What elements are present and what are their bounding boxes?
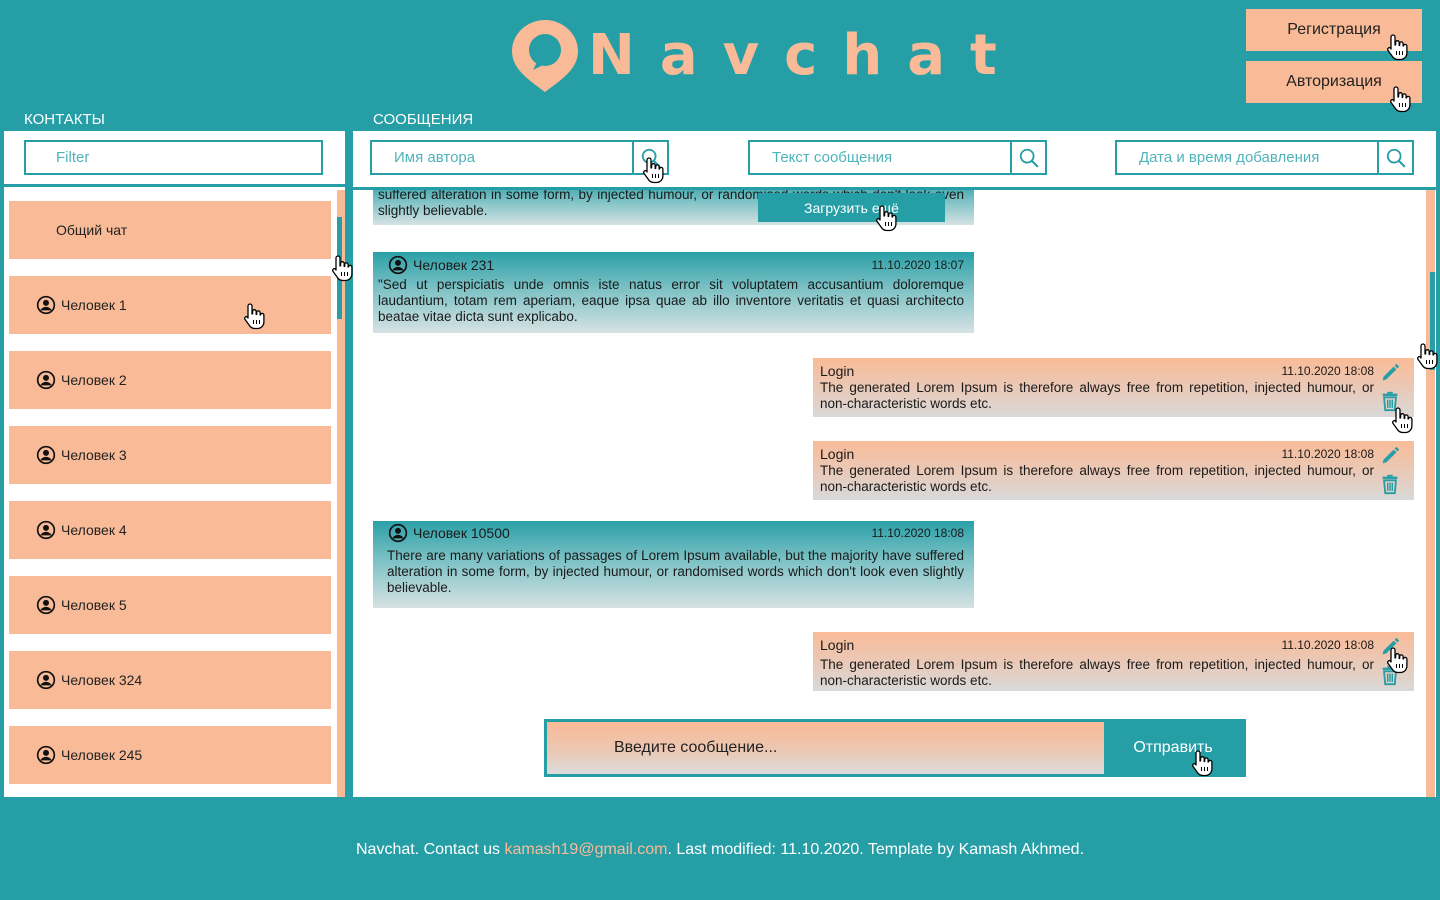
contact-label: Человек 3 (61, 447, 127, 463)
author-search (370, 140, 669, 175)
contact-item[interactable]: Человек 4 (9, 501, 331, 559)
contact-label: Человек 1 (61, 297, 127, 313)
contacts-list: Общий чат Человек 1 Человек 2 Человек 3 … (9, 201, 331, 801)
contact-label: Человек 4 (61, 522, 127, 538)
message-author-name: Login (820, 446, 855, 462)
search-icon (1018, 147, 1040, 169)
footer: Navchat. Contact us kamash19@gmail.com. … (0, 841, 1440, 859)
message-text: The generated Lorem Ipsum is therefore a… (820, 380, 1374, 411)
user-circle-icon (388, 523, 408, 543)
contact-label: Общий чат (56, 222, 128, 238)
message-author-name: Человек 231 (413, 257, 495, 273)
send-button[interactable]: Отправить (1104, 722, 1242, 774)
pencil-icon[interactable] (1379, 636, 1401, 658)
search-icon (640, 147, 662, 169)
user-circle-icon (36, 445, 56, 465)
date-search-input[interactable] (1115, 140, 1377, 175)
user-circle-icon (388, 255, 408, 275)
message-header: Человек 231 11.10.2020 18:07 (378, 256, 964, 274)
message-header: Login 11.10.2020 18:08 (820, 445, 1374, 463)
logo-text: Navchat (588, 23, 1022, 88)
footer-prefix: Navchat. Contact us (355, 841, 505, 858)
message-text: There are many variations of passages of… (387, 548, 964, 595)
message-time: 11.10.2020 18:07 (871, 258, 964, 272)
message-input[interactable] (547, 722, 1104, 774)
message-author-name: Login (820, 637, 855, 653)
map-pin-chat-logo-icon (512, 20, 578, 92)
message-author: Человек 231 (378, 255, 494, 275)
message-time: 11.10.2020 18:08 (1281, 364, 1374, 378)
contact-item[interactable]: Человек 1 (9, 276, 331, 334)
user-circle-icon (36, 745, 56, 765)
contact-item-general-chat[interactable]: Общий чат (9, 201, 331, 259)
contacts-panel: Общий чат Человек 1 Человек 2 Человек 3 … (4, 131, 345, 797)
message-actions (1378, 445, 1402, 495)
own-message-item: Login 11.10.2020 18:08 The generated Lor… (813, 632, 1414, 691)
login-button[interactable]: Авторизация (1246, 61, 1422, 103)
date-search (1115, 140, 1414, 175)
trash-icon[interactable] (1379, 664, 1401, 686)
search-icon (1385, 147, 1407, 169)
contact-item[interactable]: Человек 2 (9, 351, 331, 409)
message-item: Человек 231 11.10.2020 18:07 "Sed ut per… (373, 252, 974, 333)
own-message-item: Login 11.10.2020 18:08 The generated Lor… (813, 358, 1414, 417)
message-header: Человек 10500 11.10.2020 18:08 (378, 524, 964, 542)
user-circle-icon (36, 370, 56, 390)
load-more-button[interactable]: Загрузить ещё (758, 193, 945, 222)
contact-label: Человек 2 (61, 372, 127, 388)
message-author-name: Человек 10500 (413, 525, 510, 541)
user-circle-icon (36, 520, 56, 540)
contacts-filter-input[interactable] (24, 140, 323, 175)
contact-label: Человек 245 (61, 747, 143, 763)
text-search (748, 140, 1047, 175)
user-circle-icon (36, 595, 56, 615)
message-text: "Sed ut perspiciatis unde omnis iste nat… (378, 277, 964, 324)
filter-bar (4, 131, 345, 187)
navchat-logo: Navchat (510, 18, 1022, 94)
contact-item[interactable]: Человек 3 (9, 426, 331, 484)
date-search-button[interactable] (1377, 140, 1414, 175)
footer-email-link[interactable]: kamash19@gmail.com (505, 841, 668, 858)
pencil-icon[interactable] (1379, 445, 1401, 467)
contacts-scrollbar-thumb[interactable] (337, 217, 342, 319)
message-search-bar (353, 131, 1436, 190)
contact-item[interactable]: Человек 324 (9, 651, 331, 709)
register-button[interactable]: Регистрация (1246, 9, 1422, 51)
contacts-title: КОНТАКТЫ (24, 111, 105, 128)
text-search-button[interactable] (1010, 140, 1047, 175)
pencil-icon[interactable] (1379, 362, 1401, 384)
message-header: Login 11.10.2020 18:08 (820, 362, 1374, 380)
author-search-input[interactable] (370, 140, 632, 175)
text-search-input[interactable] (748, 140, 1010, 175)
message-text: The generated Lorem Ipsum is therefore a… (820, 657, 1374, 688)
message-time: 11.10.2020 18:08 (1281, 638, 1374, 652)
trash-icon[interactable] (1379, 473, 1401, 495)
message-actions (1378, 636, 1402, 686)
contact-item[interactable]: Человек 245 (9, 726, 331, 784)
message-author: Человек 10500 (378, 523, 510, 543)
message-header: Login 11.10.2020 18:08 (820, 636, 1374, 654)
message-text: The generated Lorem Ipsum is therefore a… (820, 463, 1374, 494)
author-search-button[interactable] (632, 140, 669, 175)
messages-panel: suffered alteration in some form, by inj… (353, 131, 1436, 797)
message-list: suffered alteration in some form, by inj… (353, 190, 1426, 797)
footer-suffix: . Last modified: 11.10.2020. Template by… (667, 841, 1085, 858)
messages-scrollbar-thumb[interactable] (1430, 272, 1435, 370)
trash-icon[interactable] (1379, 390, 1401, 412)
contact-item[interactable]: Человек 5 (9, 576, 331, 634)
message-item: Человек 10500 11.10.2020 18:08 There are… (373, 521, 974, 608)
contact-label: Человек 5 (61, 597, 127, 613)
message-author-name: Login (820, 363, 855, 379)
message-time: 11.10.2020 18:08 (871, 526, 964, 540)
contact-label: Человек 324 (61, 672, 143, 688)
own-message-item: Login 11.10.2020 18:08 The generated Lor… (813, 441, 1414, 500)
user-circle-icon (36, 295, 56, 315)
message-composer: Отправить (544, 719, 1246, 777)
message-time: 11.10.2020 18:08 (1281, 447, 1374, 461)
message-actions (1378, 362, 1402, 412)
messages-title: СООБЩЕНИЯ (373, 111, 474, 128)
user-circle-icon (36, 670, 56, 690)
